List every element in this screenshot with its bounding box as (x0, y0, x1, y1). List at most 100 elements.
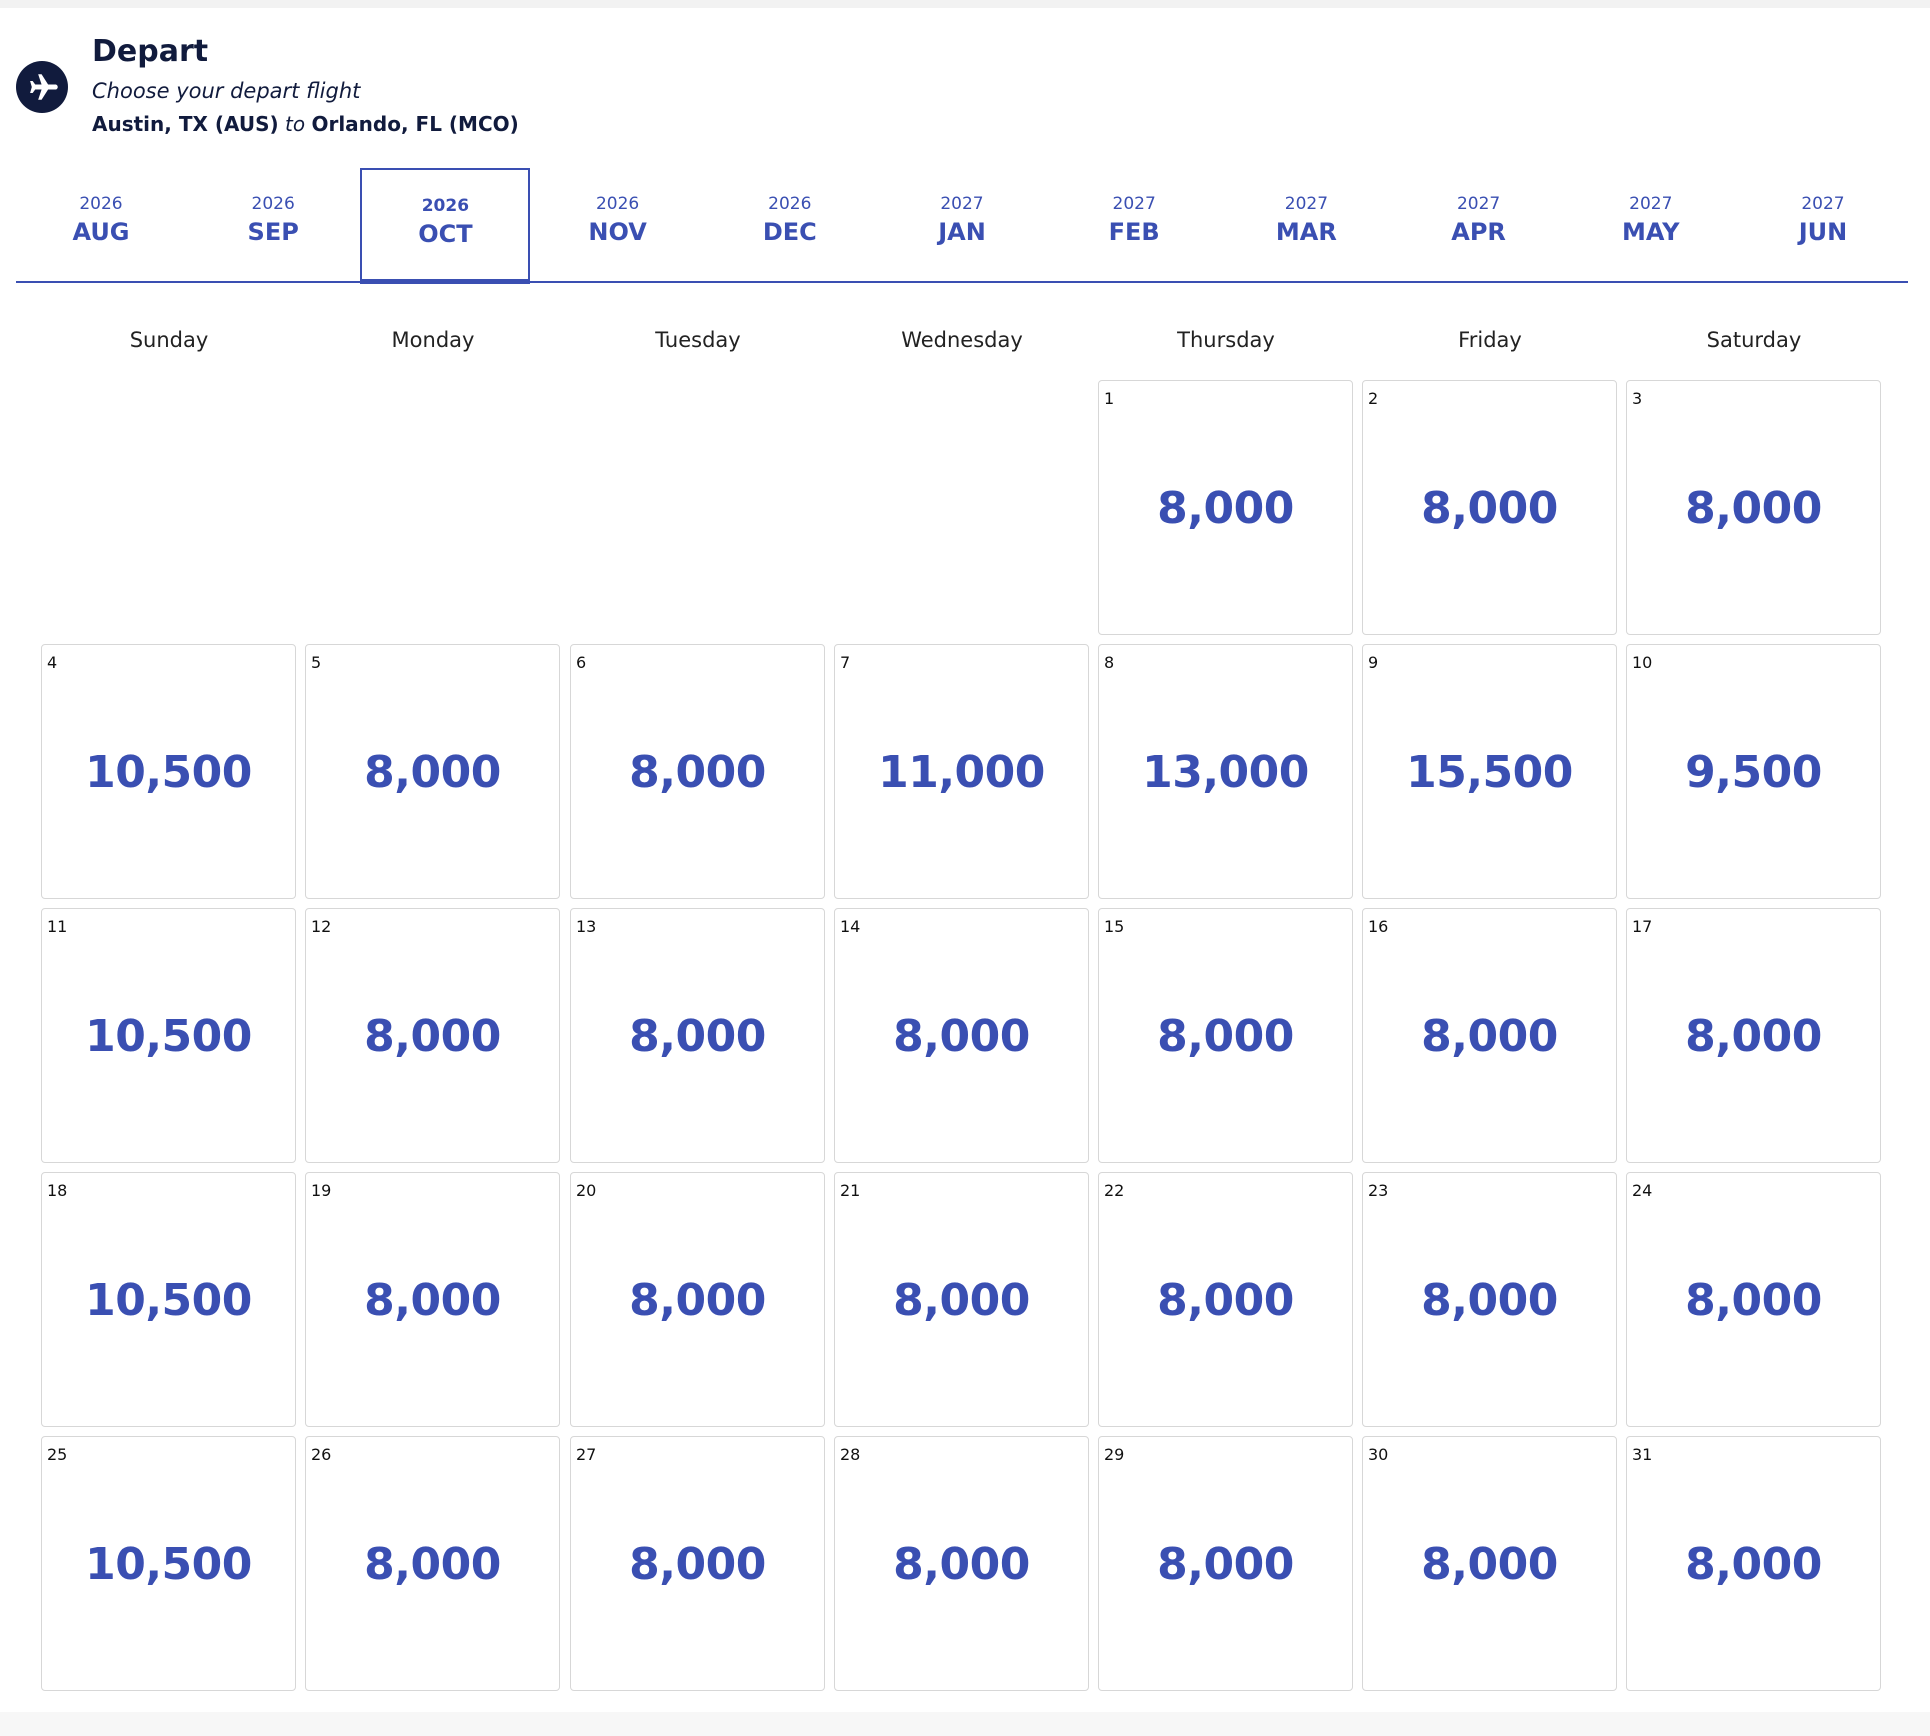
day-cell-3[interactable]: 3 8,000 (1626, 380, 1881, 635)
day-price: 8,000 (1157, 483, 1294, 534)
day-number: 4 (47, 653, 58, 672)
day-cell-2[interactable]: 2 8,000 (1362, 380, 1617, 635)
day-price: 8,000 (893, 1011, 1030, 1062)
tab-feb-2027[interactable]: 2027 FEB (1049, 168, 1219, 280)
day-price: 8,000 (1685, 483, 1822, 534)
day-number: 22 (1104, 1181, 1125, 1200)
day-number: 7 (840, 653, 851, 672)
day-number: 28 (840, 1445, 861, 1464)
month-tabs: 2026 AUG 2026 SEP 2026 OCT 2026 NOV 2026 DEC 2027 J… (16, 168, 1908, 284)
tab-year: 2027 (1456, 194, 1501, 214)
day-number: 21 (840, 1181, 861, 1200)
day-cell-4[interactable]: 4 10,500 (41, 644, 296, 899)
day-cell-29[interactable]: 29 8,000 (1098, 1436, 1353, 1691)
tab-nov-2026[interactable]: 2026 NOV (533, 168, 703, 280)
day-price: 8,000 (1421, 1275, 1558, 1326)
day-number: 27 (576, 1445, 597, 1464)
day-number: 16 (1368, 917, 1389, 936)
day-cell-15[interactable]: 15 8,000 (1098, 908, 1353, 1163)
day-price: 8,000 (893, 1539, 1030, 1590)
day-cell-8[interactable]: 8 13,000 (1098, 644, 1353, 899)
tab-jun-2027[interactable]: 2027 JUN (1738, 168, 1908, 280)
tab-year: 2027 (1284, 194, 1329, 214)
day-price: 8,000 (1421, 1539, 1558, 1590)
day-price: 8,000 (1685, 1275, 1822, 1326)
day-cell-14[interactable]: 14 8,000 (834, 908, 1089, 1163)
tab-mar-2027[interactable]: 2027 MAR (1221, 168, 1391, 280)
day-price: 8,000 (1421, 1011, 1558, 1062)
day-cell-1[interactable]: 1 8,000 (1098, 380, 1353, 635)
day-number: 26 (311, 1445, 332, 1464)
tab-month: FEB (1108, 218, 1160, 246)
tab-aug-2026[interactable]: 2026 AUG (16, 168, 186, 280)
day-cell-20[interactable]: 20 8,000 (570, 1172, 825, 1427)
day-cell-24[interactable]: 24 8,000 (1626, 1172, 1881, 1427)
tab-month: SEP (247, 218, 299, 246)
day-cell-11[interactable]: 11 10,500 (41, 908, 296, 1163)
day-number: 2 (1368, 389, 1379, 408)
tab-apr-2027[interactable]: 2027 APR (1394, 168, 1564, 280)
tabs-underline (16, 281, 1908, 283)
day-cell-31[interactable]: 31 8,000 (1626, 1436, 1881, 1691)
day-price: 8,000 (1685, 1011, 1822, 1062)
day-cell-6[interactable]: 6 8,000 (570, 644, 825, 899)
tab-year: 2027 (1801, 194, 1845, 214)
day-number: 1 (1104, 389, 1115, 408)
day-cell-13[interactable]: 13 8,000 (570, 908, 825, 1163)
day-cell-25[interactable]: 25 10,500 (41, 1436, 296, 1691)
day-price: 8,000 (364, 1539, 501, 1590)
tab-month: NOV (588, 218, 647, 246)
tab-month: JAN (938, 218, 986, 246)
tab-year: 2027 (940, 194, 984, 214)
airplane-icon (16, 61, 68, 113)
day-number: 11 (47, 917, 68, 936)
day-cell-5[interactable]: 5 8,000 (305, 644, 560, 899)
day-cell-7[interactable]: 7 11,000 (834, 644, 1089, 899)
tab-month: MAY (1622, 218, 1680, 246)
tab-month: MAR (1275, 218, 1337, 246)
day-price: 13,000 (1142, 747, 1309, 798)
day-cell-18[interactable]: 18 10,500 (41, 1172, 296, 1427)
day-cell-12[interactable]: 12 8,000 (305, 908, 560, 1163)
day-cell-26[interactable]: 26 8,000 (305, 1436, 560, 1691)
weekday-monday: Monday (391, 328, 475, 352)
day-number: 19 (311, 1181, 332, 1200)
day-price: 8,000 (1685, 1539, 1822, 1590)
day-number: 29 (1104, 1445, 1125, 1464)
day-cell-21[interactable]: 21 8,000 (834, 1172, 1089, 1427)
tab-year: 2027 (1112, 194, 1156, 214)
tab-year: 2026 (251, 194, 295, 214)
tab-dec-2026[interactable]: 2026 DEC (705, 168, 875, 280)
tab-may-2027[interactable]: 2027 MAY (1566, 168, 1736, 280)
day-cell-22[interactable]: 22 8,000 (1098, 1172, 1353, 1427)
tab-jan-2027[interactable]: 2027 JAN (877, 168, 1047, 280)
day-price: 8,000 (1157, 1275, 1294, 1326)
airplane-glyph (30, 74, 58, 100)
page-subtitle: Choose your depart flight (92, 79, 361, 103)
day-cell-30[interactable]: 30 8,000 (1362, 1436, 1617, 1691)
day-cell-27[interactable]: 27 8,000 (570, 1436, 825, 1691)
day-cell-17[interactable]: 17 8,000 (1626, 908, 1881, 1163)
route-connector: to (285, 112, 306, 136)
day-cell-10[interactable]: 10 9,500 (1626, 644, 1881, 899)
day-cell-9[interactable]: 9 15,500 (1362, 644, 1617, 899)
day-number: 25 (47, 1445, 68, 1464)
tab-sep-2026[interactable]: 2026 SEP (188, 168, 358, 280)
tab-month: AUG (72, 218, 130, 246)
day-price: 8,000 (629, 747, 766, 798)
day-cell-28[interactable]: 28 8,000 (834, 1436, 1089, 1691)
tab-month: APR (1451, 218, 1506, 246)
day-number: 23 (1368, 1181, 1389, 1200)
tab-year: 2026 (768, 194, 812, 214)
weekday-tuesday: Tuesday (655, 328, 741, 352)
tab-oct-2026[interactable]: 2026 OCT (360, 168, 531, 284)
tab-year: 2027 (1629, 194, 1673, 214)
day-cell-16[interactable]: 16 8,000 (1362, 908, 1617, 1163)
day-cell-19[interactable]: 19 8,000 (305, 1172, 560, 1427)
day-cell-23[interactable]: 23 8,000 (1362, 1172, 1617, 1427)
top-strip (0, 0, 1930, 8)
day-number: 30 (1368, 1445, 1389, 1464)
day-number: 18 (47, 1181, 68, 1200)
day-price: 8,000 (364, 1011, 501, 1062)
day-number: 15 (1104, 917, 1125, 936)
